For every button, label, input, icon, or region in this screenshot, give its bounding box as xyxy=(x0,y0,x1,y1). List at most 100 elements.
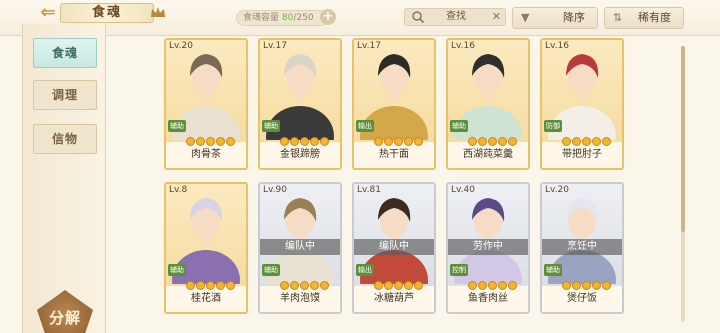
character-name: 带把肘子 xyxy=(542,142,622,168)
character-card[interactable]: Lv.16 辅助西湖莼菜羹 xyxy=(446,38,530,170)
star-icon xyxy=(216,137,225,146)
status-badge: 烹饪中 xyxy=(542,239,622,255)
star-icon xyxy=(310,281,319,290)
star-icon xyxy=(394,137,403,146)
character-card[interactable]: Lv.17 辅助金银蹄膀 xyxy=(258,38,342,170)
star-icon xyxy=(602,137,611,146)
star-icon xyxy=(582,137,591,146)
star-icon xyxy=(592,137,601,146)
role-tag: 辅助 xyxy=(450,120,468,132)
character-name: 羊肉泡馍 xyxy=(260,286,340,312)
status-badge: 编队中 xyxy=(354,239,434,255)
star-icon xyxy=(508,137,517,146)
star-rating xyxy=(562,131,612,146)
level-label: Lv.17 xyxy=(357,41,381,51)
star-icon xyxy=(488,281,497,290)
star-icon xyxy=(320,281,329,290)
level-label: Lv.90 xyxy=(263,185,287,195)
star-icon xyxy=(572,281,581,290)
role-tag: 控制 xyxy=(450,264,468,276)
level-label: Lv.20 xyxy=(545,185,569,195)
character-card[interactable]: Lv.16 防御 带把肘子 xyxy=(540,38,624,170)
character-name: 冰糖葫芦 xyxy=(354,286,434,312)
scroll-thumb[interactable] xyxy=(681,46,685,232)
character-card[interactable]: Lv.8 辅助 桂花酒 xyxy=(164,182,248,314)
star-icon xyxy=(602,281,611,290)
star-icon xyxy=(414,281,423,290)
star-icon xyxy=(582,281,591,290)
star-icon xyxy=(404,281,413,290)
star-icon xyxy=(414,137,423,146)
star-icon xyxy=(562,281,571,290)
star-rating xyxy=(186,131,236,146)
star-icon xyxy=(374,137,383,146)
star-icon xyxy=(478,281,487,290)
star-rating xyxy=(374,131,424,146)
character-name: 金银蹄膀 xyxy=(260,142,340,168)
character-card[interactable]: Lv.17 输出 热干面 xyxy=(352,38,436,170)
star-icon xyxy=(186,137,195,146)
character-grid: Lv.20 辅助 肉骨茶 Lv.17 辅助 金银蹄膀 Lv.17 输出 热干面 Lv.16 … xyxy=(0,0,720,333)
star-icon xyxy=(498,137,507,146)
star-icon xyxy=(196,137,205,146)
character-card[interactable]: Lv.20 辅助 肉骨茶 xyxy=(164,38,248,170)
star-icon xyxy=(280,281,289,290)
star-icon xyxy=(226,281,235,290)
star-icon xyxy=(562,137,571,146)
level-label: Lv.81 xyxy=(357,185,381,195)
role-tag: 辅助 xyxy=(168,264,186,276)
level-label: Lv.20 xyxy=(169,41,193,51)
star-rating xyxy=(186,275,236,290)
star-icon xyxy=(508,281,517,290)
level-label: Lv.40 xyxy=(451,185,475,195)
role-tag: 辅助 xyxy=(262,120,280,132)
star-icon xyxy=(468,137,477,146)
star-icon xyxy=(478,137,487,146)
star-rating xyxy=(468,131,518,146)
star-icon xyxy=(592,281,601,290)
star-icon xyxy=(206,281,215,290)
star-icon xyxy=(300,281,309,290)
star-icon xyxy=(186,281,195,290)
star-rating xyxy=(468,275,518,290)
star-icon xyxy=(394,281,403,290)
status-badge: 劳作中 xyxy=(448,239,528,255)
character-card[interactable]: Lv.40 劳作中控制鱼香肉丝 xyxy=(446,182,530,314)
star-icon xyxy=(226,137,235,146)
star-icon xyxy=(488,137,497,146)
level-label: Lv.8 xyxy=(169,185,188,195)
character-name: 鱼香肉丝 xyxy=(448,286,528,312)
scrollbar[interactable] xyxy=(681,46,685,322)
role-tag: 辅助 xyxy=(262,264,280,276)
star-icon xyxy=(216,281,225,290)
role-tag: 防御 xyxy=(544,120,562,132)
star-icon xyxy=(498,281,507,290)
role-tag: 辅助 xyxy=(544,264,562,276)
star-icon xyxy=(320,137,329,146)
star-icon xyxy=(290,281,299,290)
character-name: 西湖莼菜羹 xyxy=(448,142,528,168)
status-badge: 编队中 xyxy=(260,239,340,255)
star-rating xyxy=(280,275,330,290)
star-icon xyxy=(290,137,299,146)
level-label: Lv.16 xyxy=(451,41,475,51)
star-icon xyxy=(572,137,581,146)
star-icon xyxy=(404,137,413,146)
character-name: 热干面 xyxy=(354,142,434,168)
star-icon xyxy=(468,281,477,290)
level-label: Lv.17 xyxy=(263,41,287,51)
star-icon xyxy=(384,137,393,146)
star-rating xyxy=(562,275,612,290)
character-name: 煲仔饭 xyxy=(542,286,622,312)
character-card[interactable]: Lv.90 编队中辅助羊肉泡馍 xyxy=(258,182,342,314)
star-icon xyxy=(206,137,215,146)
star-rating xyxy=(374,275,424,290)
star-icon xyxy=(374,281,383,290)
character-name: 肉骨茶 xyxy=(166,142,246,168)
star-icon xyxy=(384,281,393,290)
star-rating xyxy=(280,131,330,146)
star-icon xyxy=(280,137,289,146)
character-card[interactable]: Lv.81 编队中输出冰糖葫芦 xyxy=(352,182,436,314)
role-tag: 输出 xyxy=(356,264,374,276)
character-card[interactable]: Lv.20 烹饪中辅助煲仔饭 xyxy=(540,182,624,314)
